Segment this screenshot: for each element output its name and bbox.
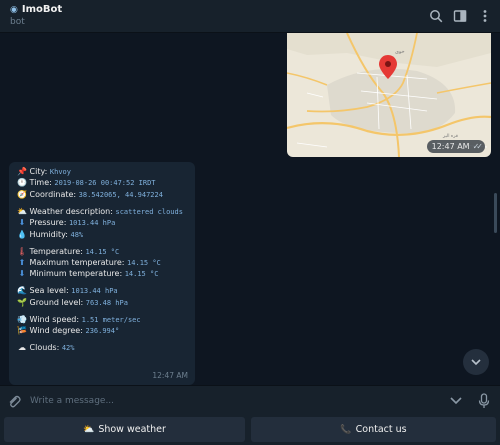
paperclip-icon[interactable]	[7, 394, 21, 408]
up-arrow-icon: ⬆	[18, 257, 26, 267]
wind-degree-value: 236.994°	[85, 327, 120, 336]
thermometer-icon: 🌡	[17, 246, 28, 256]
microphone-icon[interactable]	[478, 393, 490, 409]
message-time: 12:47 AM	[431, 142, 470, 151]
wind-speed-value: 1.51 meter/sec	[81, 315, 141, 324]
chat-title-row[interactable]: ◉ ImoBot	[10, 4, 62, 15]
min-temperature-label: Minimum temperature:	[29, 269, 123, 279]
pressure-line: ⬇ Pressure: 1013.44 hPa	[17, 217, 187, 228]
weather-info-message[interactable]: 📌 City: Khvoy 🕛 Time: 2019-08-26 00:47:5…	[9, 162, 195, 385]
search-icon[interactable]	[429, 9, 443, 23]
robot-icon: ◉	[10, 4, 18, 15]
droplet-icon: 💧	[17, 229, 27, 239]
time-line: 🕛 Time: 2019-08-26 00:47:52 IRDT	[17, 177, 187, 188]
min-temperature-value: 14.15 °C	[124, 270, 159, 279]
svg-text:خوی: خوی	[395, 49, 405, 55]
scroll-to-bottom-button[interactable]	[463, 349, 489, 375]
weather-description-label: Weather description:	[29, 206, 113, 216]
location-message[interactable]: خوی قره الیز 12:47 AM ✓✓	[287, 33, 491, 157]
chat-scrollbar[interactable]	[494, 193, 497, 233]
min-temperature-line: ⬇ Minimum temperature: 14.15 °C	[17, 268, 187, 279]
wind-speed-line: 💨 Wind speed: 1.51 meter/sec	[17, 314, 187, 325]
sun-cloud-icon: ⛅	[17, 206, 27, 216]
bot-keyboard: ⛅ Show weather 📞 Contact us	[0, 415, 500, 445]
clouds-label: Clouds:	[29, 343, 60, 353]
keyboard-toggle-icon[interactable]	[449, 395, 463, 407]
svg-text:قره الیز: قره الیز	[442, 134, 458, 139]
compass-icon: 🧭	[17, 189, 27, 199]
max-temperature-value: 14.15 °C	[127, 258, 161, 267]
weather-description-line: ⛅ Weather description: scattered clouds	[17, 206, 187, 217]
chat-title[interactable]: ImoBot	[22, 4, 62, 15]
sea-level-label: Sea level:	[29, 286, 69, 296]
wind-degree-label: Wind degree:	[29, 326, 83, 336]
sun-cloud-icon: ⛅	[83, 424, 95, 435]
max-temperature-line: ⬆ Maximum temperature: 14.15 °C	[17, 257, 187, 268]
pressure-label: Pressure:	[29, 218, 67, 228]
plant-icon: 🌱	[17, 297, 27, 307]
more-icon[interactable]	[478, 9, 492, 23]
clouds-value: 42%	[61, 344, 75, 353]
down-arrow-icon: ⬇	[18, 218, 26, 228]
chat-history[interactable]: خوی قره الیز 12:47 AM ✓✓ 📌 City: Khvoy 🕛…	[0, 33, 500, 385]
map-image[interactable]: خوی قره الیز	[287, 33, 491, 157]
down-arrow-icon: ⬇	[18, 269, 26, 279]
flag-icon: 🎏	[17, 326, 27, 336]
time-value: 2019-08-26 00:47:52 IRDT	[54, 179, 156, 188]
clouds-line: ☁ Clouds: 42%	[17, 342, 187, 353]
wind-speed-label: Wind speed:	[29, 314, 80, 324]
sea-level-value: 1013.44 hPa	[71, 287, 118, 296]
ground-level-line: 🌱 Ground level: 763.48 hPa	[17, 297, 187, 308]
city-line: 📌 City: Khvoy	[17, 166, 187, 177]
cloud-icon: ☁	[18, 343, 26, 353]
sea-level-line: 🌊 Sea level: 1013.44 hPa	[17, 285, 187, 296]
clock-icon: 🕛	[17, 178, 27, 188]
message-input[interactable]	[30, 392, 430, 410]
temperature-line: 🌡 Temperature: 14.15 °C	[17, 246, 187, 257]
wave-icon: 🌊	[17, 286, 27, 296]
wind-degree-line: 🎏 Wind degree: 236.994°	[17, 325, 187, 336]
phone-icon: 📞	[340, 424, 352, 435]
coordinate-label: Coordinate:	[29, 189, 77, 199]
pin-icon: 📌	[17, 167, 27, 176]
message-time-badge: 12:47 AM ✓✓	[426, 140, 485, 153]
coordinate-line: 🧭 Coordinate: 38.542065, 44.947224	[17, 189, 187, 200]
show-weather-label: Show weather	[98, 424, 166, 435]
chevron-down-icon	[471, 359, 481, 366]
humidity-line: 💧 Humidity: 48%	[17, 229, 187, 240]
pressure-value: 1013.44 hPa	[68, 219, 116, 228]
max-temperature-label: Maximum temperature:	[29, 257, 125, 267]
coordinate-value: 38.542065, 44.947224	[78, 190, 163, 199]
humidity-value: 48%	[70, 230, 84, 239]
ground-level-label: Ground level:	[29, 297, 84, 307]
chat-header: ◉ ImoBot bot	[0, 0, 500, 33]
wind-icon: 💨	[17, 314, 27, 324]
temperature-label: Temperature:	[29, 246, 83, 256]
show-weather-button[interactable]: ⛅ Show weather	[4, 417, 245, 442]
city-value: Khvoy	[49, 168, 71, 176]
message-composer	[0, 385, 500, 415]
temperature-value: 14.15 °C	[85, 247, 120, 256]
sidebar-icon[interactable]	[453, 9, 467, 23]
ground-level-value: 763.48 hPa	[85, 298, 128, 307]
double-check-icon: ✓✓	[472, 142, 484, 151]
contact-us-button[interactable]: 📞 Contact us	[251, 417, 496, 442]
weather-description-value: scattered clouds	[115, 207, 183, 216]
message-time: 12:47 AM	[152, 370, 188, 380]
time-label: Time:	[29, 178, 52, 188]
city-label: City:	[29, 167, 48, 176]
chat-subtitle: bot	[10, 17, 25, 27]
contact-us-label: Contact us	[355, 424, 407, 435]
humidity-label: Humidity:	[29, 229, 68, 239]
